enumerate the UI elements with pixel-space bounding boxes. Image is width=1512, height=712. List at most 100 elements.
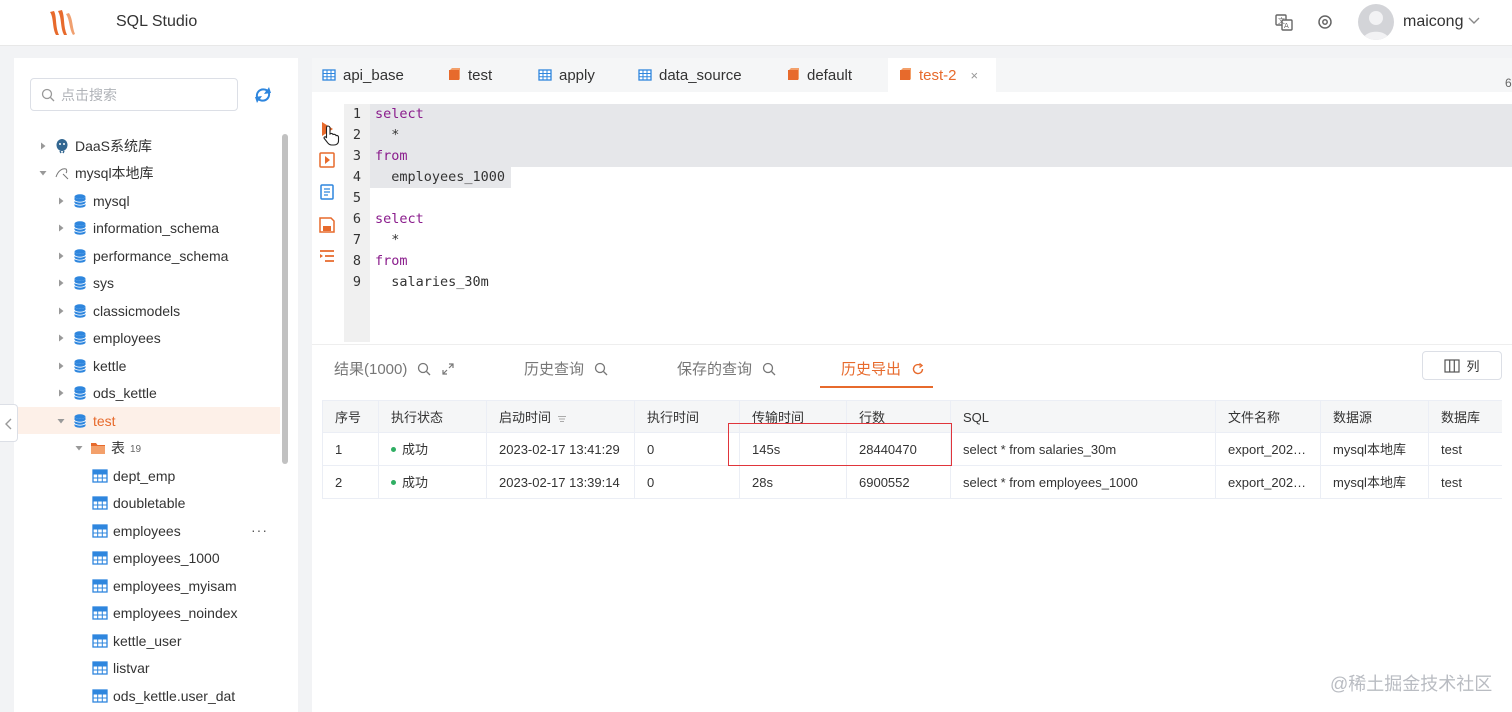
tree-item[interactable]: kettle_user xyxy=(14,627,280,654)
tab-history-query[interactable]: 历史查询 xyxy=(524,358,608,379)
close-icon[interactable]: × xyxy=(971,68,979,83)
tree-item[interactable]: doubletable xyxy=(14,490,280,517)
tree-item[interactable]: employees ··· xyxy=(14,517,280,544)
more-icon[interactable]: ··· xyxy=(251,522,268,538)
tab-history-export[interactable]: 历史导出 xyxy=(841,358,925,379)
tree-item[interactable]: listvar xyxy=(14,655,280,682)
caret-right-icon[interactable] xyxy=(38,141,48,151)
avatar[interactable] xyxy=(1358,4,1394,40)
caret-down-icon[interactable] xyxy=(38,168,48,178)
translate-icon[interactable]: 文 A xyxy=(1274,12,1294,32)
tab-label: 保存的查询 xyxy=(677,361,753,378)
sort-icon[interactable] xyxy=(557,415,567,423)
tree-item[interactable]: mysql xyxy=(14,187,280,214)
tab-label: test xyxy=(468,66,493,84)
run-selected-icon[interactable] xyxy=(318,151,336,169)
tree-item[interactable]: performance_schema xyxy=(14,242,280,269)
tree-item[interactable]: ods_kettle.user_dat xyxy=(14,682,280,709)
table-row[interactable]: 2 成功 2023-02-17 13:39:14 0 28s 6900552 select … xyxy=(322,466,1502,499)
sql-keyword: from xyxy=(375,148,408,164)
tree-item[interactable]: employees_1000 xyxy=(14,545,280,572)
postgres-icon xyxy=(56,138,68,153)
tab-data-source[interactable]: data_source xyxy=(638,58,742,92)
caret-right-icon[interactable] xyxy=(56,361,66,371)
caret-right-icon[interactable] xyxy=(56,333,66,343)
line-number: 6 xyxy=(352,211,362,227)
cell-value: 0 xyxy=(647,475,655,490)
caret-down-icon[interactable] xyxy=(74,443,84,453)
tree-item[interactable]: test xyxy=(14,407,280,434)
cell-value: 0 xyxy=(647,442,655,457)
tree-item[interactable]: ods_kettle xyxy=(14,380,280,407)
code-line: 3 from xyxy=(344,146,1512,167)
tree-item[interactable]: 表 19 xyxy=(14,435,280,462)
tree-item-label: ods_kettle xyxy=(93,385,157,401)
columns-button[interactable]: 列 xyxy=(1422,351,1502,380)
table-cell: select * from employees_1000 xyxy=(950,466,1215,499)
expand-icon[interactable] xyxy=(441,362,455,376)
user-name[interactable]: maicong xyxy=(1403,13,1463,31)
database-icon xyxy=(74,248,86,263)
column-header: 执行状态 xyxy=(378,401,486,434)
table-icon xyxy=(92,523,108,538)
search-icon[interactable] xyxy=(417,362,431,376)
code-line: 4 employees_1000 xyxy=(344,167,1512,188)
column-header: 数据库 xyxy=(1428,401,1502,434)
caret-right-icon[interactable] xyxy=(56,306,66,316)
sql-editor[interactable]: 1 select 2 * 3 from 4 employees_1000 5 6 select 7… xyxy=(344,104,1512,342)
code-line: 9 salaries_30m xyxy=(344,272,1512,293)
search-input[interactable] xyxy=(61,85,231,105)
tree-item[interactable]: mysql本地库 xyxy=(14,160,280,187)
main-panel: api_base test apply data_source default … xyxy=(312,58,1512,712)
caret-down-icon[interactable] xyxy=(56,416,66,426)
save-icon[interactable] xyxy=(318,216,336,234)
format-icon[interactable] xyxy=(318,183,336,201)
line-number: 4 xyxy=(352,169,362,185)
chevron-down-icon[interactable] xyxy=(1467,14,1481,28)
tree-item[interactable]: classicmodels xyxy=(14,297,280,324)
sql-text: salaries_30m xyxy=(375,274,489,290)
tab-default[interactable]: default xyxy=(786,58,852,92)
search-box[interactable] xyxy=(30,78,238,111)
cell-value: 1 xyxy=(335,442,343,457)
caret-right-icon[interactable] xyxy=(56,278,66,288)
logo-icon xyxy=(50,10,75,35)
search-icon[interactable] xyxy=(762,362,776,376)
caret-right-icon[interactable] xyxy=(56,196,66,206)
table-cell: mysql本地库 xyxy=(1320,466,1428,499)
column-header-label: SQL xyxy=(963,410,990,425)
settings-icon[interactable] xyxy=(1315,12,1335,32)
column-header-label: 数据库 xyxy=(1441,410,1481,425)
search-icon[interactable] xyxy=(594,362,608,376)
scrollbar[interactable] xyxy=(282,134,288,464)
tab-test-2[interactable]: test-2 × xyxy=(888,58,996,92)
list-icon[interactable] xyxy=(318,247,336,265)
tab-api-base[interactable]: api_base xyxy=(322,58,404,92)
tree-item[interactable]: sys xyxy=(14,270,280,297)
tab-test[interactable]: test xyxy=(447,58,492,92)
caret-right-icon[interactable] xyxy=(56,223,66,233)
pointer-cursor-icon xyxy=(323,125,340,146)
database-icon xyxy=(74,331,86,345)
caret-right-icon[interactable] xyxy=(56,388,66,398)
tree-item[interactable]: information_schema xyxy=(14,215,280,242)
table-cell: 6900552 xyxy=(846,466,950,499)
refresh-icon[interactable] xyxy=(911,362,925,376)
tab-apply[interactable]: apply xyxy=(538,58,595,92)
tab-results[interactable]: 结果(1000) xyxy=(334,358,455,379)
table-cell: 成功 xyxy=(378,433,486,466)
tree-item-label: classicmodels xyxy=(93,302,181,319)
tab-saved-query[interactable]: 保存的查询 xyxy=(677,358,776,379)
tree-item[interactable]: employees_myisam xyxy=(14,572,280,599)
refresh-icon[interactable] xyxy=(252,84,274,106)
caret-right-icon[interactable] xyxy=(56,251,66,261)
tree-item-label: employees_1000 xyxy=(113,550,220,566)
tree-item[interactable]: DaaS系统库 xyxy=(14,132,280,159)
tree-item[interactable]: employees xyxy=(14,325,280,352)
column-header[interactable]: 启动时间 xyxy=(486,401,634,434)
tree-item[interactable]: employees_noindex xyxy=(14,600,280,627)
tree-item[interactable]: kettle xyxy=(14,352,280,379)
tree-item[interactable]: dept_emp xyxy=(14,462,280,489)
svg-text:A: A xyxy=(1284,22,1289,30)
collapse-sidebar-button[interactable] xyxy=(0,404,18,442)
